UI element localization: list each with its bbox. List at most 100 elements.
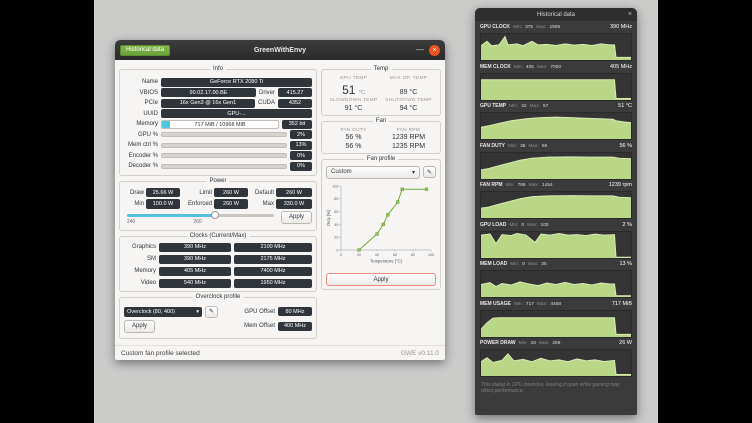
clock-video-current: 540 MHz [159, 279, 231, 288]
history-max-label: Max: [537, 302, 547, 307]
history-min-label: Min: [513, 25, 522, 30]
power-frame-label: Power [206, 178, 229, 184]
history-graph-row: GPU LOAD Min: 0 Max: 100 2 % [480, 222, 632, 259]
svg-text:40: 40 [334, 222, 338, 226]
svg-text:20: 20 [334, 235, 338, 239]
fan-rpm-value-1: 1239 RPM [381, 134, 436, 141]
history-graph-row: MEM CLOCK Min: 405 Max: 7000 405 MHz [480, 64, 632, 101]
power-max-label: Max [250, 201, 274, 207]
historical-data-window: Historical data × GPU CLOCK Min: 375 Max… [475, 8, 637, 415]
svg-text:Duty [%]: Duty [%] [326, 210, 331, 226]
close-icon[interactable]: × [628, 8, 632, 21]
history-chart [480, 33, 632, 61]
history-graph-row: FAN DUTY Min: 35 Max: 66 56 % [480, 143, 632, 180]
history-min-label: Min: [508, 144, 517, 149]
history-min-label: Min: [509, 104, 518, 109]
fan-profile-select[interactable]: Custom ▾ [326, 166, 420, 179]
main-content: Info Name GeForce RTX 2080 Ti VBIOS 90.0… [115, 60, 445, 345]
clock-graphics-current: 390 MHz [159, 243, 231, 252]
info-row-vbios: VBIOS 90.02.17.00.BE Driver 415.27 [124, 88, 312, 97]
chevron-down-icon: ▾ [412, 169, 415, 176]
overclock-profile-select[interactable]: Overclock (80, 400) ▾ [124, 307, 202, 317]
historical-window-title: Historical data [537, 12, 575, 18]
overclock-frame-label: Overclock profile [193, 294, 244, 300]
power-limit-slider[interactable] [127, 214, 274, 217]
fan-rpm-label: FAN RPM [381, 128, 436, 133]
name-label: Name [124, 79, 158, 85]
main-window: GreenWithEnvy Historical data — × Info N… [115, 40, 445, 360]
info-row-memctrl-util: Mem ctrl % 13% [124, 141, 312, 150]
gpu-util-value: 2% [290, 130, 312, 139]
info-row-encoder-util: Encoder % 0% [124, 151, 312, 160]
history-min-label: Min: [514, 302, 523, 307]
edit-icon: ✎ [427, 170, 432, 176]
fan-frame: Fan FAN DUTY FAN RPM 56 % 1239 RPM 56 % … [321, 121, 441, 154]
max-op-temp-value: 89 °C [381, 89, 436, 96]
close-icon[interactable]: × [429, 45, 440, 56]
history-current-value: 13 % [619, 261, 632, 267]
svg-text:80: 80 [411, 253, 415, 257]
history-max-label: Max: [527, 223, 537, 228]
svg-text:40: 40 [375, 253, 379, 257]
shutdown-temp-label: SHUTDOWN TEMP [381, 98, 436, 103]
chevron-down-icon: ▾ [196, 309, 199, 315]
power-apply-button[interactable]: Apply [281, 211, 312, 224]
history-min-label: Min: [514, 65, 523, 70]
history-max-value: 57 [543, 104, 548, 109]
gpu-offset-label: GPU Offset [244, 309, 275, 315]
history-current-value: 405 MHz [610, 64, 632, 70]
history-graph-row: POWER DRAW Min: 18 Max: 266 26 W [480, 340, 632, 377]
svg-text:20: 20 [357, 253, 361, 257]
historical-data-button[interactable]: Historical data [120, 45, 170, 56]
history-graph-title: GPU CLOCK [480, 24, 510, 30]
gpu-util-bar [161, 132, 287, 137]
statusbar: Custom fan profile selected GWE v0.11.0 [115, 345, 445, 360]
svg-text:100: 100 [332, 184, 338, 188]
history-max-value: 1454 [542, 183, 553, 188]
history-max-value: 1965 [549, 25, 560, 30]
edit-icon: ✎ [209, 309, 214, 315]
history-current-value: 26 W [619, 340, 632, 346]
history-max-label: Max: [529, 183, 539, 188]
gpu-temp-label: GPU TEMP [326, 76, 381, 81]
power-slider-handle[interactable] [211, 211, 219, 219]
gpu-name-value: GeForce RTX 2080 Ti [161, 78, 312, 87]
fan-profile-frame: Fan profile Custom ▾ ✎ 02040608010002040… [321, 159, 441, 291]
clock-memory-current: 405 MHz [159, 267, 231, 276]
info-row-name: Name GeForce RTX 2080 Ti [124, 78, 312, 87]
historical-titlebar[interactable]: Historical data × [475, 8, 637, 21]
fan-profile-edit-button[interactable]: ✎ [423, 166, 436, 178]
overclock-apply-button[interactable]: Apply [124, 320, 155, 333]
history-graph-row: MEM LOAD Min: 0 Max: 25 13 % [480, 261, 632, 298]
history-chart [480, 191, 632, 219]
overclock-edit-button[interactable]: ✎ [205, 306, 218, 318]
temp-frame-label: Temp [371, 66, 392, 72]
power-min-value: 100.0 W [146, 199, 180, 208]
info-row-uuid: UUID GPU-... [124, 109, 312, 118]
decoder-util-value: 0% [290, 162, 312, 171]
gpu-temp-value: 51 °C [326, 83, 381, 97]
svg-text:Temperature [°C]: Temperature [°C] [370, 258, 402, 263]
history-max-label: Max: [530, 104, 540, 109]
power-limit-value: 260 W [214, 188, 248, 197]
uuid-value: GPU-... [161, 109, 312, 118]
info-row-gpu-util: GPU % 2% [124, 130, 312, 139]
shutdown-temp-value: 94 °C [381, 105, 436, 112]
clock-memory-max: 7400 MHz [234, 267, 312, 276]
pcie-label: PCIe [124, 100, 158, 106]
history-max-value: 25 [541, 262, 546, 267]
clock-graphics-label: Graphics [124, 244, 156, 250]
clock-video-label: Video [124, 280, 156, 286]
slowdown-temp-value: 91 °C [326, 105, 381, 112]
fan-profile-apply-button[interactable]: Apply [326, 273, 436, 286]
power-enforced-label: Enforced [182, 201, 212, 207]
fan-duty-value-1: 56 % [326, 134, 381, 141]
minimize-icon[interactable]: — [416, 46, 424, 54]
main-titlebar[interactable]: GreenWithEnvy Historical data — × [115, 40, 445, 60]
power-default-value: 260 W [276, 188, 312, 197]
svg-text:100: 100 [428, 253, 434, 257]
decoder-util-label: Decoder % [124, 163, 158, 169]
history-graph-row: GPU CLOCK Min: 375 Max: 1965 390 MHz [480, 24, 632, 61]
history-min-label: Min: [506, 183, 515, 188]
power-min-label: Min [124, 201, 144, 207]
